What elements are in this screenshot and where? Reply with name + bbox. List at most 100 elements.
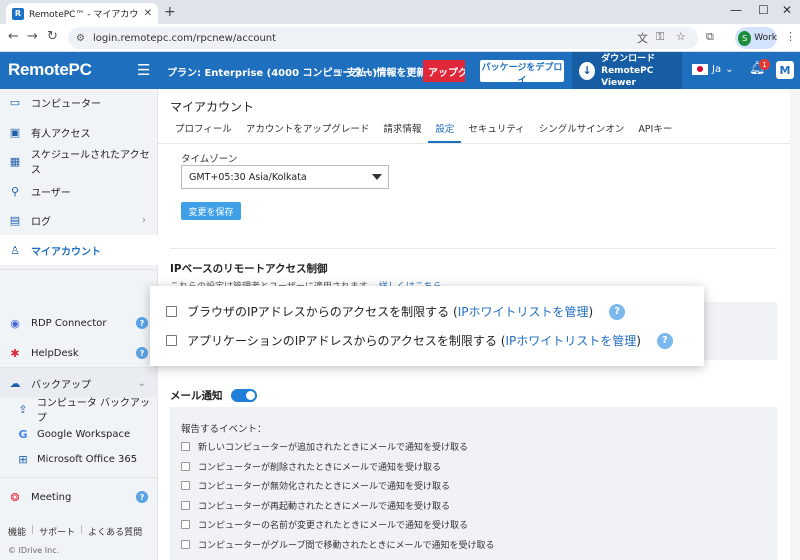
event-option[interactable]: コンピューターがグループ間で移動されたときにメールで通知を受け取る xyxy=(181,538,494,551)
close-tab-icon[interactable]: ✕ xyxy=(144,8,152,19)
timezone-value: GMT+05:30 Asia/Kolkata xyxy=(189,171,307,183)
chevron-down-icon: ⌄ xyxy=(137,377,146,389)
restrict-browser-ip-option[interactable]: ブラウザのIPアドレスからのアクセスを制限する (IPホワイトリストを管理) ? xyxy=(166,303,626,320)
email-notification-header: メール通知 xyxy=(170,388,257,403)
bookmark-star-icon[interactable]: ☆ xyxy=(676,30,686,43)
minimize-icon[interactable]: — xyxy=(730,3,742,17)
event-label: コンピューターが削除されたときにメールで通知を受け取る xyxy=(198,463,442,473)
option-tail: ) xyxy=(636,334,641,348)
features-link[interactable]: 機能 xyxy=(8,525,26,538)
extensions-icon[interactable]: ⧉ xyxy=(706,30,714,44)
restrict-app-ip-option[interactable]: アプリケーションのIPアドレスからのアクセスを制限する (IPホワイトリストを管… xyxy=(166,332,673,349)
tab-billing[interactable]: 請求情報 xyxy=(376,121,428,143)
sidebar-divider xyxy=(0,477,158,478)
event-option[interactable]: コンピューターが無効化されたときにメールで通知を受け取る xyxy=(181,479,450,492)
sidebar-item-computers[interactable]: ▭ コンピューター xyxy=(0,87,158,117)
password-key-icon[interactable]: ⚿ xyxy=(656,30,664,44)
deploy-package-button[interactable]: パッケージをデプロイ xyxy=(480,60,564,86)
update-payment-link[interactable]: ▭ 支払い情報を更新 xyxy=(333,64,426,79)
sidebar-item-rdp-connector[interactable]: ◉ RDP Connector ? xyxy=(0,308,158,338)
save-changes-button[interactable]: 変更を保存 xyxy=(181,202,241,220)
event-checkbox[interactable] xyxy=(181,481,190,490)
close-window-icon[interactable]: ✕ xyxy=(782,3,792,17)
help-icon[interactable]: ? xyxy=(136,317,148,329)
event-checkbox[interactable] xyxy=(181,501,190,510)
sidebar-item-label: コンピューター xyxy=(31,98,101,110)
help-icon[interactable]: ? xyxy=(136,491,148,503)
sidebar-item-attended-access[interactable]: ▣ 有人アクセス xyxy=(0,117,158,147)
translate-icon[interactable]: 文 xyxy=(637,30,648,46)
user-avatar[interactable]: M xyxy=(776,61,794,79)
browser-menu-icon[interactable]: ⋮ xyxy=(785,30,796,43)
option-tail: ) xyxy=(588,305,594,319)
manage-ip-whitelist-link[interactable]: IPホワイトリストを管理 xyxy=(458,305,589,319)
event-option[interactable]: コンピューターの名前が変更されたときにメールで通知を受け取る xyxy=(181,518,468,531)
tab-security[interactable]: セキュリティ xyxy=(461,121,531,143)
download-label: ダウンロード xyxy=(601,53,656,64)
sidebar-item-my-account[interactable]: ♙ マイアカウント xyxy=(0,235,158,265)
sidebar-item-label: 有人アクセス xyxy=(31,128,91,140)
help-icon[interactable]: ? xyxy=(136,347,148,359)
sidebar-item-meeting[interactable]: ❂ Meeting ? xyxy=(0,482,158,512)
sidebar-item-label: ログ xyxy=(31,216,51,228)
address-bar[interactable]: ⚙ login.remotepc.com/rpcnew/account xyxy=(68,27,698,49)
sidebar-footer-links: 機能 | サポート | よくある質問 xyxy=(8,525,142,538)
email-notification-toggle[interactable] xyxy=(230,389,257,402)
reload-icon[interactable]: ↻ xyxy=(47,29,58,44)
chevron-right-icon: › xyxy=(142,214,146,226)
event-option[interactable]: 新しいコンピューターが追加されたときにメールで通知を受け取る xyxy=(181,440,468,453)
browser-tab[interactable]: R RemotePC™ - マイアカウント情報 ✕ xyxy=(6,3,158,24)
lifebuoy-icon: ✱ xyxy=(10,346,20,360)
rdp-icon: ◉ xyxy=(10,316,20,330)
event-checkbox[interactable] xyxy=(181,540,190,549)
event-label: コンピューターがグループ間で移動されたときにメールで通知を受け取る xyxy=(198,541,495,551)
forward-icon[interactable]: → xyxy=(27,29,38,44)
tab-sso[interactable]: シングルサインオン xyxy=(532,121,632,143)
page-title: マイアカウント xyxy=(170,100,255,114)
event-option[interactable]: コンピューターが削除されたときにメールで通知を受け取る xyxy=(181,460,441,473)
event-checkbox[interactable] xyxy=(181,520,190,529)
page-scrollbar[interactable] xyxy=(790,89,800,560)
event-label: 新しいコンピューターが追加されたときにメールで通知を受け取る xyxy=(198,443,469,453)
event-checkbox[interactable] xyxy=(181,462,190,471)
sidebar-divider xyxy=(0,269,158,270)
support-link[interactable]: サポート xyxy=(39,525,75,538)
tab-profile[interactable]: プロフィール xyxy=(168,121,239,143)
download-icon: ↓ xyxy=(579,61,596,80)
maximize-icon[interactable]: ☐ xyxy=(758,3,769,17)
site-info-icon[interactable]: ⚙ xyxy=(76,33,85,44)
hamburger-menu-icon[interactable]: ☰ xyxy=(137,61,150,79)
help-icon[interactable]: ? xyxy=(609,303,626,320)
google-icon: G xyxy=(18,427,28,441)
language-selector[interactable]: Ja ⌄ xyxy=(692,64,733,75)
restrict-app-ip-checkbox[interactable] xyxy=(166,335,177,346)
tab-settings[interactable]: 設定 xyxy=(428,121,462,143)
event-option[interactable]: コンピューターが再起動されたときにメールで通知を受け取る xyxy=(181,499,450,512)
sidebar-item-label: ユーザー xyxy=(31,187,71,199)
new-tab-icon[interactable]: + xyxy=(164,4,176,20)
tab-api-key[interactable]: APIキー xyxy=(631,121,679,143)
upgrade-button[interactable]: アップグレ xyxy=(423,60,465,82)
profile-chip[interactable]: S Work xyxy=(735,27,777,49)
sidebar-item-office-365[interactable]: ⊞ Microsoft Office 365 xyxy=(0,444,158,474)
sidebar-item-users[interactable]: ⚲ ユーザー xyxy=(0,176,158,206)
sidebar-item-scheduled-access[interactable]: ▦ スケジュールされたアクセス xyxy=(0,146,158,176)
manage-ip-whitelist-link[interactable]: IPホワイトリストを管理 xyxy=(505,334,636,348)
remotepc-favicon-icon: R xyxy=(12,7,24,20)
sidebar-item-logs[interactable]: ▤ ログ › xyxy=(0,205,158,235)
remotepc-logo[interactable]: RemotePC xyxy=(8,60,92,80)
faq-link[interactable]: よくある質問 xyxy=(88,525,142,538)
help-icon[interactable]: ? xyxy=(656,332,673,349)
sidebar-item-helpdesk[interactable]: ✱ HelpDesk ? xyxy=(0,338,158,368)
account-tabs: プロフィール アカウントをアップグレード 請求情報 設定 セキュリティ シングル… xyxy=(168,121,679,143)
restrict-browser-ip-checkbox[interactable] xyxy=(166,306,177,317)
event-checkbox[interactable] xyxy=(181,442,190,451)
sidebar: ▭ コンピューター ▣ 有人アクセス ▦ スケジュールされたアクセス ⚲ ユーザ… xyxy=(0,89,158,560)
sidebar-item-label: RDP Connector xyxy=(31,317,107,329)
timezone-label: タイムゾーン xyxy=(181,154,238,165)
meeting-icon: ❂ xyxy=(10,490,20,504)
timezone-select[interactable]: GMT+05:30 Asia/Kolkata xyxy=(181,165,389,189)
tab-upgrade-account[interactable]: アカウントをアップグレード xyxy=(239,121,377,143)
download-viewer-button[interactable]: ↓ ダウンロード RemotePC Viewer xyxy=(572,52,682,89)
back-icon[interactable]: ← xyxy=(8,29,19,44)
